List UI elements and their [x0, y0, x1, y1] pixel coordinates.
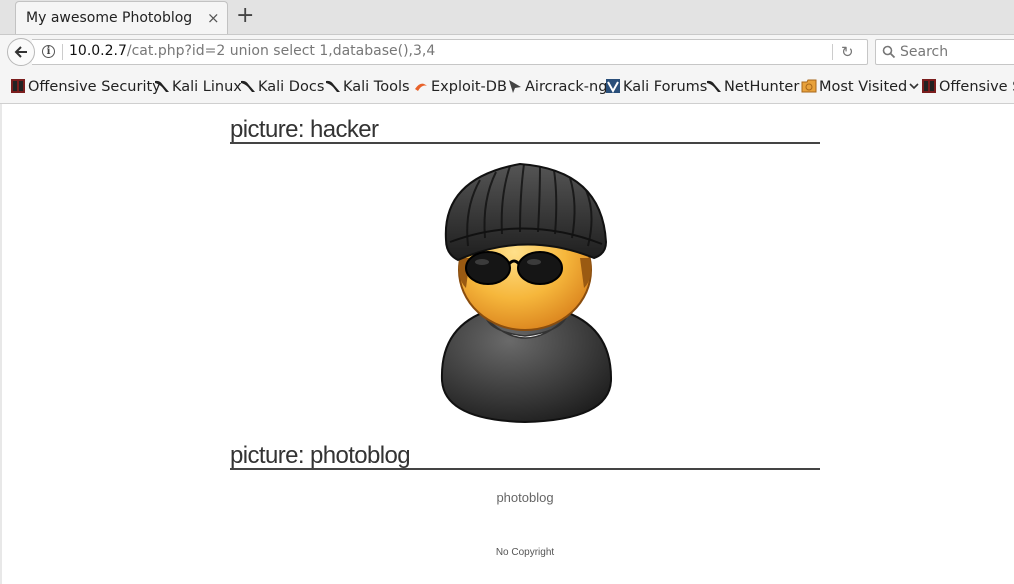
tab-title: My awesome Photoblog: [26, 10, 193, 26]
bookmark-most-visited[interactable]: Most Visited: [801, 78, 919, 95]
url-host: 10.0.2.7: [69, 43, 127, 59]
search-placeholder: Search: [900, 44, 949, 60]
bookmark-aircrack-ng[interactable]: Aircrack-ng: [507, 78, 607, 95]
bookmark-label: Kali Docs: [258, 79, 325, 95]
bookmark-label: Offensive Security: [939, 79, 1014, 95]
back-button[interactable]: [7, 38, 35, 66]
search-icon: [882, 45, 896, 59]
bookmark-label: Most Visited: [819, 79, 908, 95]
kali-dragon-icon: [707, 80, 721, 92]
close-tab-icon[interactable]: ×: [207, 9, 220, 27]
url-separator: [62, 44, 63, 60]
browser-tab[interactable]: My awesome Photoblog ×: [15, 1, 228, 34]
bookmark-kali-docs[interactable]: Kali Docs: [240, 78, 324, 95]
url-bar[interactable]: i 10.0.2.7/cat.php?id=2 union select 1,d…: [32, 39, 868, 65]
bookmark-nethunter[interactable]: NetHunter: [706, 78, 799, 95]
folder-icon: [801, 79, 817, 93]
aircrack-icon: [509, 80, 521, 93]
url-text[interactable]: 10.0.2.7/cat.php?id=2 union select 1,dat…: [69, 43, 435, 59]
picture-heading-hacker: picture: hacker: [230, 108, 820, 144]
bookmark-label: Exploit-DB: [431, 79, 507, 95]
page-left-edge: [0, 104, 2, 584]
bookmark-label: Offensive Security: [28, 79, 161, 95]
bookmarks-toolbar: Offensive Security Kali Linux Kali Docs …: [0, 69, 1014, 104]
url-path: /cat.php?id=2 union select 1,database(),…: [126, 43, 436, 59]
bookmark-label: NetHunter: [724, 79, 800, 95]
bookmark-label: Kali Tools: [343, 79, 410, 95]
reload-icon[interactable]: ↻: [841, 43, 854, 61]
search-bar[interactable]: Search: [875, 39, 1014, 65]
chevron-down-icon: [909, 83, 919, 90]
kali-forums-icon: [606, 79, 620, 94]
url-divider: [832, 44, 833, 60]
photoblog-image-alt: photoblog: [496, 490, 554, 505]
bookmark-label: Aircrack-ng: [525, 79, 608, 95]
page-content: picture: hacker picture: photoblog photo…: [0, 104, 1014, 584]
navigation-toolbar: i 10.0.2.7/cat.php?id=2 union select 1,d…: [0, 35, 1014, 69]
bookmark-label: Kali Forums: [623, 79, 708, 95]
bookmark-offensive-security-2[interactable]: Offensive Security: [921, 78, 1014, 95]
hacker-image: [440, 162, 613, 424]
offsec-icon: [11, 79, 25, 93]
bookmark-label: Kali Linux: [172, 79, 242, 95]
offsec-icon: [922, 79, 936, 93]
bookmark-kali-forums[interactable]: Kali Forums: [605, 78, 707, 95]
new-tab-button[interactable]: +: [236, 4, 254, 28]
kali-dragon-icon: [155, 80, 169, 92]
bookmark-offensive-security[interactable]: Offensive Security: [10, 78, 161, 95]
kali-dragon-icon: [326, 80, 340, 92]
bookmark-kali-tools[interactable]: Kali Tools: [325, 78, 410, 95]
picture-heading-photoblog: picture: photoblog: [230, 434, 820, 470]
back-arrow-icon: [14, 46, 27, 58]
kali-dragon-icon: [241, 80, 255, 92]
footer-copyright: No Copyright: [495, 547, 555, 558]
bookmark-kali-linux[interactable]: Kali Linux: [154, 78, 242, 95]
info-icon[interactable]: i: [42, 45, 55, 58]
exploitdb-icon: [415, 83, 427, 91]
tab-strip: My awesome Photoblog × +: [0, 0, 1014, 35]
bookmark-exploit-db[interactable]: Exploit-DB: [413, 78, 507, 95]
